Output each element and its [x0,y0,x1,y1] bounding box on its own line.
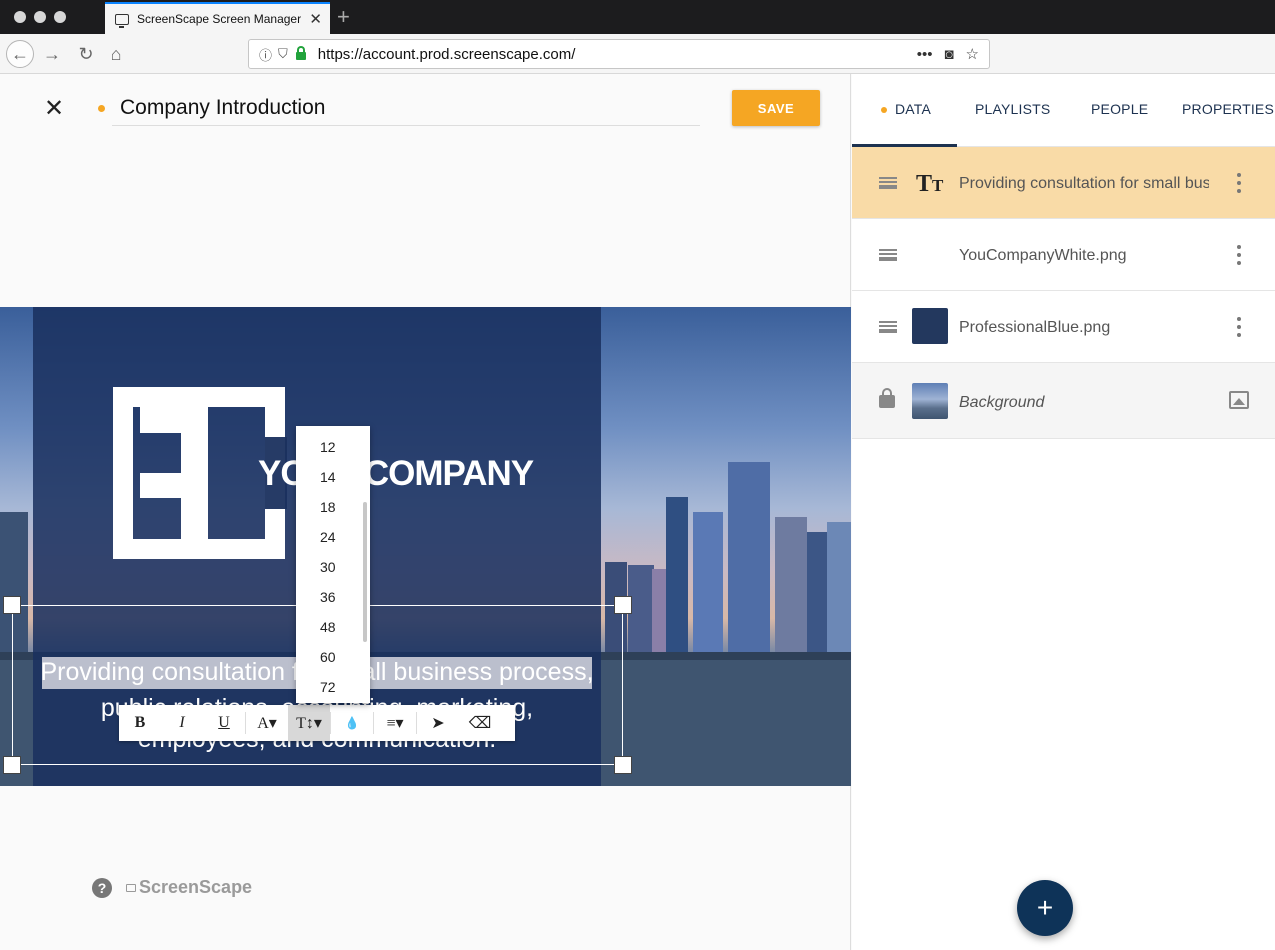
maximize-window-dot[interactable] [54,11,66,23]
font-size-dropdown: 12 14 18 24 30 36 48 60 72 [296,426,370,703]
monitor-icon [115,13,129,28]
layer-label: ProfessionalBlue.png [959,319,1111,336]
editor-area: ✕ Company Introduction SAVE YOUR COMPANY… [0,74,851,950]
url-text[interactable]: https://account.prod.screenscape.com/ [318,46,905,63]
font-family-button[interactable]: A▾ [246,705,288,741]
tab-playlists[interactable]: PLAYLISTS [975,101,1050,117]
more-vert-icon[interactable] [1235,245,1243,265]
text-color-button[interactable]: 💧 [331,705,373,741]
bookmark-star-icon[interactable]: ☆ [966,45,979,63]
layer-label: Providing consultation for small busines… [959,175,1209,192]
unsaved-indicator [98,105,105,112]
font-size-option[interactable]: 60 [296,642,370,672]
italic-button[interactable]: I [161,705,203,741]
lock-icon [295,46,306,60]
forward-button[interactable]: → [38,40,66,68]
reload-button[interactable]: ↻ [72,40,100,68]
window-titlebar: ScreenScape Screen Manager ✕ + [0,0,1275,34]
font-size-option[interactable]: 36 [296,582,370,612]
brand-text: ScreenScape [139,877,253,897]
address-bar[interactable]: ⓘ ⛉ https://account.prod.screenscape.com… [248,39,990,69]
info-icon[interactable]: ⓘ [259,45,272,64]
document-title-input[interactable]: Company Introduction [112,96,700,126]
text-align-button[interactable]: ≡▾ [374,705,416,741]
pointer-tool-button[interactable]: ➤ [417,705,459,741]
lock-icon [879,388,895,408]
more-vert-icon[interactable] [1235,317,1243,337]
resize-handle-bottom-left[interactable] [3,756,21,774]
font-size-option[interactable]: 72 [296,672,370,702]
new-tab-button[interactable]: + [337,4,350,30]
tab-title: ScreenScape Screen Manager [137,12,302,26]
drag-handle-icon[interactable] [879,321,897,333]
properties-sidepanel: DATA PLAYLISTS PEOPLE PROPERTIES TT Prov… [852,74,1275,950]
slide-canvas[interactable]: YOUR COMPANY Providing consultation for … [0,307,851,786]
font-size-option[interactable]: 18 [296,492,370,522]
font-size-option[interactable]: 12 [296,432,370,462]
layer-label: YouCompanyWhite.png [959,247,1127,264]
minimize-window-dot[interactable] [34,11,46,23]
browser-toolbar: ← → ↻ ⌂ ⓘ ⛉ https://account.prod.screens… [0,34,1275,74]
layer-item-background[interactable]: Background [852,363,1275,439]
tab-data[interactable]: DATA [895,101,931,117]
tab-people[interactable]: PEOPLE [1091,101,1148,117]
resize-handle-top-right[interactable] [614,596,632,614]
resize-handle-top-left[interactable] [3,596,21,614]
browser-tab[interactable]: ScreenScape Screen Manager ✕ [105,2,330,34]
text-size-icon: TT [916,171,944,197]
bold-button[interactable]: B [119,705,161,741]
help-icon[interactable]: ? [92,878,112,898]
layer-item-text[interactable]: TT Providing consultation for small busi… [852,147,1275,219]
font-size-button[interactable]: T↕▾ [288,705,330,741]
more-vert-icon[interactable] [1235,173,1243,193]
image-icon[interactable] [1229,391,1249,409]
add-layer-button[interactable]: + [1017,880,1073,936]
tab-properties[interactable]: PROPERTIES [1182,101,1274,117]
layer-item-logo[interactable]: YouCompanyWhite.png [852,219,1275,291]
active-tab-dot [881,107,887,113]
font-size-option[interactable]: 30 [296,552,370,582]
color-swatch-thumbnail [912,308,948,344]
monitor-icon [126,883,136,892]
screenscape-logo: ScreenScape [126,877,252,898]
shield-icon[interactable]: ⛉ [278,46,288,62]
pocket-icon[interactable]: ◙ [944,46,953,63]
drag-handle-icon[interactable] [879,177,897,189]
panel-tabs: DATA PLAYLISTS PEOPLE PROPERTIES [852,74,1275,147]
back-button[interactable]: ← [6,40,34,68]
underline-button[interactable]: U [203,705,245,741]
eraser-button[interactable]: ⌫ [459,705,501,741]
more-icon[interactable]: ••• [917,46,933,63]
layer-label: Background [959,394,1045,411]
logo-mark-mid [140,473,208,498]
resize-handle-bottom-right[interactable] [614,756,632,774]
close-editor-button[interactable]: ✕ [44,94,64,123]
drag-handle-icon[interactable] [879,249,897,261]
dropdown-scrollbar[interactable] [363,502,367,642]
save-button[interactable]: SAVE [732,90,820,126]
close-window-dot[interactable] [14,11,26,23]
font-size-option[interactable]: 48 [296,612,370,642]
home-button[interactable]: ⌂ [102,40,130,68]
font-size-option[interactable]: 24 [296,522,370,552]
tab-close-icon[interactable]: ✕ [309,10,322,28]
background-thumbnail [912,383,948,419]
font-size-option[interactable]: 14 [296,462,370,492]
text-format-toolbar: B I U A▾ T↕▾ 💧 ≡▾ ➤ ⌫ [119,705,515,741]
layer-item-blue-panel[interactable]: ProfessionalBlue.png [852,291,1275,363]
